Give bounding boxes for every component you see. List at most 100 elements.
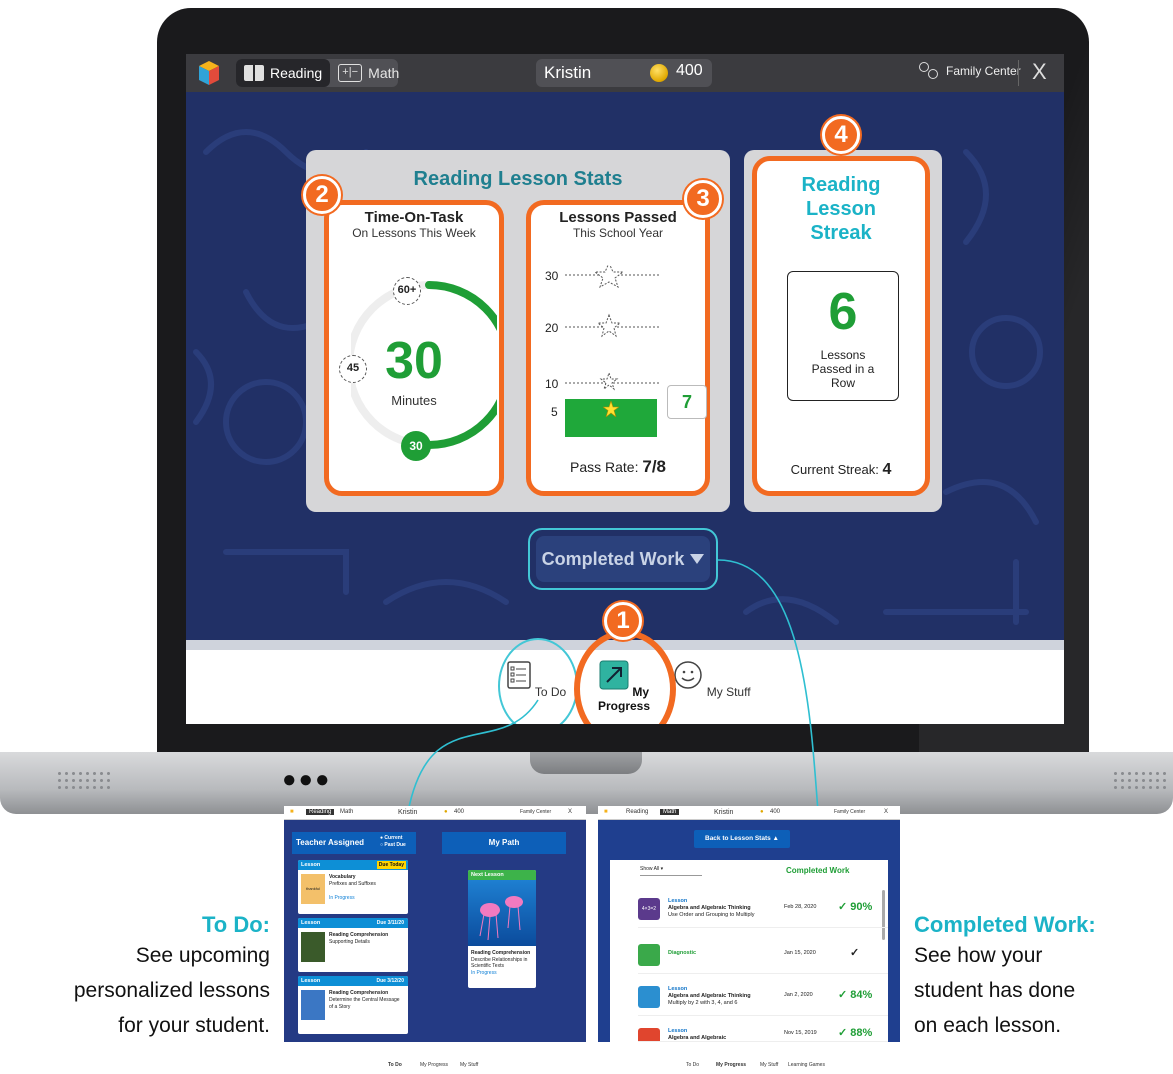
legend-past-due: Past Due bbox=[384, 842, 406, 848]
mini-coin-icon: ● bbox=[760, 809, 764, 815]
row-title: Algebra and Algebraic bbox=[668, 1035, 727, 1041]
lesson-status: In Progress bbox=[329, 895, 355, 901]
mini-nav-todo[interactable]: To Do bbox=[388, 1062, 402, 1068]
lesson-title: Reading Comprehension bbox=[329, 932, 389, 938]
back-button-label: Back to Lesson Stats bbox=[705, 835, 771, 842]
filter-select[interactable]: Show All ▾ bbox=[640, 866, 702, 876]
legend-current: Current bbox=[384, 835, 403, 841]
row-score: ✓ bbox=[850, 947, 860, 959]
completed-work-heading: Completed Work bbox=[786, 866, 850, 875]
lesson-header: Lesson bbox=[301, 862, 321, 868]
lesson-title: Vocabulary bbox=[329, 874, 356, 880]
row-score: ✓ 90% bbox=[838, 901, 873, 913]
lesson-thumbnail: thankful bbox=[301, 874, 325, 904]
mini-my-path: My Path bbox=[442, 832, 566, 854]
mini-lesson-card[interactable]: Lesson Due 3/11/20 Reading Comprehension S… bbox=[298, 918, 408, 972]
caption-todo-line-3: for your student. bbox=[118, 1014, 270, 1037]
row-title: Algebra and Algebraic Thinking bbox=[668, 905, 751, 911]
lesson-thumb-icon bbox=[638, 986, 660, 1008]
lesson-thumbnail bbox=[301, 932, 325, 962]
lesson-header: Lesson bbox=[301, 920, 321, 926]
caption-todo-line-2: personalized lessons bbox=[73, 979, 270, 1002]
lesson-thumb-icon: 4×3=2 bbox=[638, 898, 660, 920]
caption-completed-line-2: student has done bbox=[914, 979, 1076, 1002]
lesson-due: Due 3/12/20 bbox=[376, 978, 404, 984]
mini-logo-icon: ■ bbox=[604, 809, 608, 815]
mini-completed-topbar: ■ Reading Math Kristin ● 400 Family Cent… bbox=[598, 806, 900, 820]
completed-row[interactable]: Lesson Algebra and Algebraic Nov 15, 201… bbox=[638, 1024, 888, 1042]
filter-value: Show All bbox=[640, 866, 660, 872]
todo-screenshot: ■ Reading Math Kristin ● 400 Family Cent… bbox=[284, 806, 586, 1072]
row-desc: Use Order and Grouping to Multiply bbox=[668, 912, 755, 918]
caption-completed-heading: Completed Work: bbox=[914, 912, 1096, 937]
completed-row[interactable]: 4×3=2 Lesson Algebra and Algebraic Think… bbox=[638, 894, 888, 928]
mini-nav-stuff[interactable]: My Stuff bbox=[760, 1062, 778, 1068]
completed-row[interactable]: Diagnostic Jan 15, 2020 ✓ bbox=[638, 940, 888, 974]
row-score: ✓ 88% bbox=[838, 1027, 873, 1039]
lesson-header: Lesson bbox=[301, 978, 321, 984]
row-type: Lesson bbox=[668, 1028, 688, 1034]
caption-completed-line-1: See how your bbox=[914, 944, 1043, 967]
next-lesson-desc: Describe Relationships in Scientific Tex… bbox=[471, 956, 528, 970]
mini-todo-nav: To Do My Progress My Stuff bbox=[284, 1042, 586, 1072]
mini-logo-icon: ■ bbox=[290, 809, 294, 815]
mini-legend: ● Current ○ Past Due bbox=[380, 835, 406, 848]
mini-coins: 400 bbox=[454, 809, 465, 815]
teacher-assigned-label: Teacher Assigned bbox=[296, 838, 365, 847]
mini-todo-topbar: ■ Reading Math Kristin ● 400 Family Cent… bbox=[284, 806, 586, 820]
mini-teacher-assigned: Teacher Assigned ● Current ○ Past Due bbox=[292, 832, 416, 854]
caption-completed: Completed Work: See how your student has… bbox=[914, 912, 1154, 1043]
mini-todo-body: Teacher Assigned ● Current ○ Past Due My … bbox=[284, 820, 586, 1042]
next-lesson-header: Next Lesson bbox=[471, 872, 504, 878]
mini-tab-math[interactable]: Math bbox=[660, 809, 680, 815]
diagnostic-thumb-icon bbox=[638, 944, 660, 966]
lesson-due: Due 3/11/20 bbox=[376, 920, 404, 926]
mini-student-name: Kristin bbox=[714, 809, 734, 816]
caption-todo: To Do: See upcoming personalized lessons… bbox=[60, 912, 270, 1043]
row-score: ✓ 84% bbox=[838, 989, 873, 1001]
caption-completed-line-3: on each lesson. bbox=[914, 1014, 1062, 1037]
next-lesson-title: Reading Comprehension bbox=[471, 950, 531, 956]
lesson-thumbnail bbox=[301, 990, 325, 1020]
row-date: Jan 15, 2020 bbox=[784, 950, 816, 956]
mini-family-center[interactable]: Family Center bbox=[834, 809, 865, 815]
mini-nav-todo[interactable]: To Do bbox=[686, 1062, 699, 1068]
row-date: Nov 15, 2019 bbox=[784, 1030, 817, 1036]
lesson-desc: Supporting Details bbox=[329, 939, 370, 945]
completed-row[interactable]: Lesson Algebra and Algebraic Thinking Mu… bbox=[638, 982, 888, 1016]
row-title: Algebra and Algebraic Thinking bbox=[668, 993, 751, 999]
lesson-title: Reading Comprehension bbox=[329, 990, 389, 996]
row-desc: Multiply by 2 with 3, 4, and 6 bbox=[668, 1000, 738, 1006]
caption-todo-heading: To Do: bbox=[201, 912, 270, 937]
row-date: Feb 28, 2020 bbox=[784, 904, 817, 910]
mini-close[interactable]: X bbox=[568, 809, 572, 815]
mini-tab-reading[interactable]: Reading bbox=[306, 809, 335, 815]
mini-family-center[interactable]: Family Center bbox=[520, 809, 551, 815]
mini-nav-stuff[interactable]: My Stuff bbox=[460, 1062, 478, 1068]
next-lesson-status: In Progress bbox=[471, 969, 497, 976]
mini-next-lesson-card[interactable]: Next Lesson Reading Comprehension Descri… bbox=[468, 870, 536, 988]
mini-lesson-card[interactable]: Lesson Due Today thankful Vocabulary Prefi… bbox=[298, 860, 408, 914]
lesson-desc: Determine the Central Message of a Story bbox=[329, 997, 400, 1010]
caption-todo-line-1: See upcoming bbox=[135, 944, 270, 967]
mini-nav-progress[interactable]: My Progress bbox=[716, 1062, 746, 1068]
row-type: Lesson bbox=[668, 986, 688, 992]
completed-work-screenshot: ■ Reading Math Kristin ● 400 Family Cent… bbox=[598, 806, 900, 1072]
mini-lesson-card[interactable]: Lesson Due 3/12/20 Reading Comprehension D… bbox=[298, 976, 408, 1034]
mini-nav-games[interactable]: Learning Games bbox=[788, 1062, 825, 1068]
mini-student-name: Kristin bbox=[398, 809, 418, 816]
lesson-desc: Prefixes and Suffixes bbox=[329, 881, 376, 887]
back-to-lesson-stats-button[interactable]: Back to Lesson Stats ▲ bbox=[694, 830, 790, 848]
lesson-due: Due Today bbox=[376, 861, 406, 869]
mini-coin-icon: ● bbox=[444, 809, 448, 815]
mini-close[interactable]: X bbox=[884, 809, 888, 815]
next-lesson-image bbox=[468, 880, 536, 946]
mini-coins: 400 bbox=[770, 809, 781, 815]
lesson-thumb-icon bbox=[638, 1028, 660, 1041]
mini-tab-math[interactable]: Math bbox=[340, 809, 353, 815]
row-date: Jan 2, 2020 bbox=[784, 992, 813, 998]
mini-completed-body: Back to Lesson Stats ▲ Show All ▾ Comple… bbox=[598, 820, 900, 1042]
mini-tab-reading[interactable]: Reading bbox=[626, 809, 648, 815]
mini-completed-nav: To Do My Progress My Stuff Learning Game… bbox=[598, 1042, 900, 1072]
mini-nav-progress[interactable]: My Progress bbox=[420, 1062, 448, 1068]
